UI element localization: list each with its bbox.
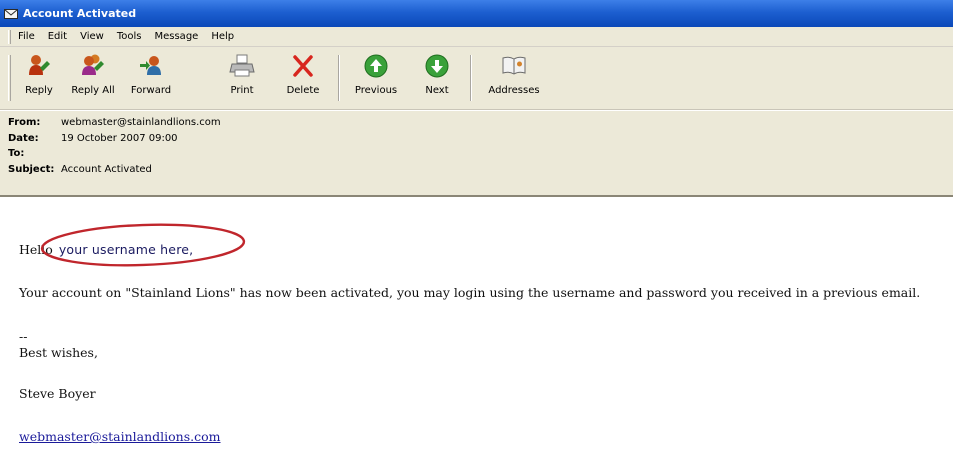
subject-label: Subject: xyxy=(8,163,55,175)
signature-separator: -- xyxy=(19,329,28,344)
toolbar: Reply Reply All Forward Print Delete Pre… xyxy=(0,47,953,110)
menu-file[interactable]: File xyxy=(18,31,35,42)
toolbar-separator xyxy=(338,55,340,101)
window-title: Account Activated xyxy=(23,7,137,20)
menu-bar: File Edit View Tools Message Help xyxy=(0,27,953,47)
menu-message[interactable]: Message xyxy=(154,31,198,42)
menu-edit[interactable]: Edit xyxy=(48,31,67,42)
reply-all-icon xyxy=(82,54,104,75)
date-label: Date: xyxy=(8,132,39,144)
arrow-down-icon xyxy=(425,54,449,78)
title-bar[interactable]: Account Activated xyxy=(0,0,953,27)
to-label: To: xyxy=(8,148,25,160)
date-value: 19 October 2007 09:00 xyxy=(61,132,178,144)
header-subject-row: Subject: Account Activated xyxy=(8,162,953,178)
envelope-icon xyxy=(4,8,18,19)
previous-button[interactable]: Previous xyxy=(348,51,404,107)
next-label: Next xyxy=(425,85,449,96)
menu-help[interactable]: Help xyxy=(211,31,234,42)
highlight-ellipse xyxy=(40,223,246,267)
print-button[interactable]: Print xyxy=(222,51,262,107)
menu-view[interactable]: View xyxy=(80,31,104,42)
reply-label: Reply xyxy=(25,85,53,96)
from-label: From: xyxy=(8,117,41,129)
toolbar-grip xyxy=(8,55,11,101)
reply-button[interactable]: Reply xyxy=(19,51,59,107)
reply-icon xyxy=(29,55,50,75)
forward-icon xyxy=(140,56,161,75)
reply-all-button[interactable]: Reply All xyxy=(66,51,120,107)
subject-value: Account Activated xyxy=(61,163,152,175)
forward-label: Forward xyxy=(130,85,172,96)
printer-icon xyxy=(229,54,255,77)
header-to-row: To: xyxy=(8,146,953,162)
toolbar-separator xyxy=(470,55,472,101)
from-value[interactable]: webmaster@stainlandlions.com xyxy=(61,117,221,128)
menu-grip xyxy=(8,29,11,44)
arrow-up-icon xyxy=(364,54,388,78)
print-label: Print xyxy=(230,85,254,96)
address-book-icon xyxy=(502,56,526,75)
previous-label: Previous xyxy=(354,85,398,96)
addresses-label: Addresses xyxy=(488,85,540,96)
activation-message: Your account on "Stainland Lions" has no… xyxy=(19,285,921,300)
menu-tools[interactable]: Tools xyxy=(117,31,142,42)
message-header: From: webmaster@stainlandlions.com Date:… xyxy=(0,111,953,197)
forward-button[interactable]: Forward xyxy=(125,51,177,107)
sender-name: Steve Boyer xyxy=(19,386,96,401)
delete-label: Delete xyxy=(286,85,320,96)
closing-line: Best wishes, xyxy=(19,345,98,360)
addresses-button[interactable]: Addresses xyxy=(482,51,546,107)
header-from-row: From: webmaster@stainlandlions.com xyxy=(8,115,953,131)
next-button[interactable]: Next xyxy=(418,51,456,107)
delete-button[interactable]: Delete xyxy=(283,51,323,107)
delete-x-icon xyxy=(293,55,313,77)
signature-email-link[interactable]: webmaster@stainlandlions.com xyxy=(19,429,221,444)
reply-all-label: Reply All xyxy=(71,85,115,96)
header-date-row: Date: 19 October 2007 09:00 xyxy=(8,131,953,147)
